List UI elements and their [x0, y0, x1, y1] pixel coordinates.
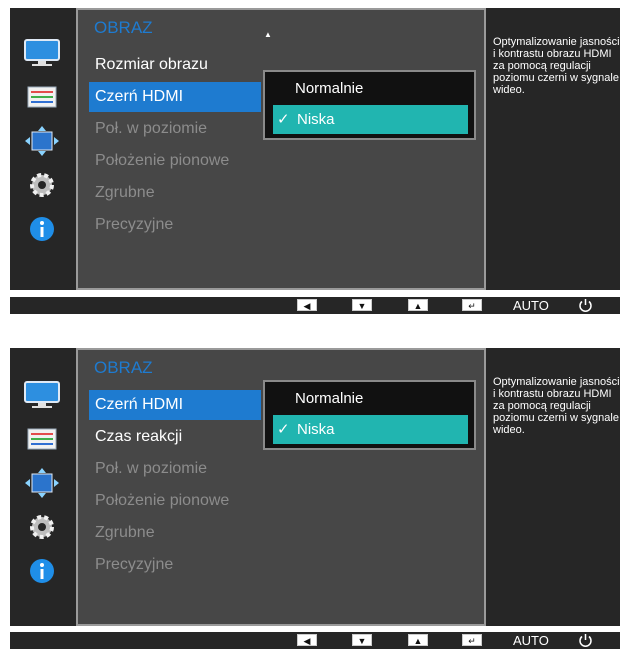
menu-area: OBRAZ ▲ Rozmiar obrazu Czerń HDMI Poł. w… — [76, 8, 486, 290]
info-icon[interactable] — [19, 214, 65, 244]
scroll-up-caret-icon: ▲ — [264, 30, 272, 39]
option-niska[interactable]: ✓ Niska — [273, 105, 468, 134]
left-button[interactable]: ◀ — [297, 299, 317, 311]
picture-category-icon[interactable] — [19, 38, 65, 68]
osd-panel-2: OBRAZ Czerń HDMI Czas reakcji Poł. w poz… — [10, 348, 620, 650]
auto-button[interactable]: AUTO — [513, 297, 549, 314]
size-position-category-icon[interactable] — [19, 126, 65, 156]
settings-gear-icon[interactable] — [19, 170, 65, 200]
up-button[interactable]: ▲ — [408, 634, 428, 646]
option-niska-label: Niska — [297, 111, 335, 128]
description-panel: Optymalizowanie jasności i kontrastu obr… — [486, 8, 620, 290]
option-submenu: Normalnie ✓ Niska — [263, 70, 476, 140]
button-bar: ◀ ▼ ▲ ↵ AUTO — [10, 297, 620, 314]
osd-panel-1: OBRAZ ▲ Rozmiar obrazu Czerń HDMI Poł. w… — [10, 8, 620, 317]
menu-title: OBRAZ — [94, 358, 153, 377]
button-bar: ◀ ▼ ▲ ↵ AUTO — [10, 632, 620, 649]
osd-window: OBRAZ ▲ Rozmiar obrazu Czerń HDMI Poł. w… — [10, 8, 620, 290]
settings-gear-icon[interactable] — [19, 512, 65, 542]
category-sidebar — [10, 8, 75, 290]
menu-item-rozmiar-obrazu[interactable]: Rozmiar obrazu — [89, 50, 261, 80]
option-niska[interactable]: ✓ Niska — [273, 415, 468, 444]
enter-button[interactable]: ↵ — [462, 634, 482, 646]
menu-title: OBRAZ — [94, 18, 153, 37]
menu-item-precyzyjne[interactable]: Precyzyjne — [89, 210, 261, 240]
description-panel: Optymalizowanie jasności i kontrastu obr… — [486, 348, 620, 626]
down-button[interactable]: ▼ — [352, 634, 372, 646]
menu-item-czern-hdmi[interactable]: Czerń HDMI — [89, 390, 261, 420]
menu-item-czern-hdmi[interactable]: Czerń HDMI — [89, 82, 261, 112]
color-category-icon[interactable] — [19, 424, 65, 454]
menu-item-pol-w-poziomie[interactable]: Poł. w poziomie — [89, 114, 261, 144]
menu-item-polozenie-pionowe[interactable]: Położenie pionowe — [89, 146, 261, 176]
checkmark-icon: ✓ — [277, 111, 290, 128]
menu-item-pol-w-poziomie[interactable]: Poł. w poziomie — [89, 454, 261, 484]
auto-button[interactable]: AUTO — [513, 632, 549, 649]
picture-category-icon[interactable] — [19, 380, 65, 410]
menu-item-polozenie-pionowe[interactable]: Położenie pionowe — [89, 486, 261, 516]
osd-window: OBRAZ Czerń HDMI Czas reakcji Poł. w poz… — [10, 348, 620, 626]
option-submenu: Normalnie ✓ Niska — [263, 380, 476, 450]
power-icon[interactable] — [577, 632, 594, 649]
option-niska-label: Niska — [297, 421, 335, 438]
menu-area: OBRAZ Czerń HDMI Czas reakcji Poł. w poz… — [76, 348, 486, 626]
menu-item-zgrubne[interactable]: Zgrubne — [89, 518, 261, 548]
size-position-category-icon[interactable] — [19, 468, 65, 498]
checkmark-icon: ✓ — [277, 421, 290, 438]
menu-item-zgrubne[interactable]: Zgrubne — [89, 178, 261, 208]
info-icon[interactable] — [19, 556, 65, 586]
option-normalnie[interactable]: Normalnie — [273, 384, 468, 413]
enter-button[interactable]: ↵ — [462, 299, 482, 311]
left-button[interactable]: ◀ — [297, 634, 317, 646]
color-category-icon[interactable] — [19, 82, 65, 112]
option-normalnie[interactable]: Normalnie — [273, 74, 468, 103]
menu-item-precyzyjne[interactable]: Precyzyjne — [89, 550, 261, 580]
up-button[interactable]: ▲ — [408, 299, 428, 311]
down-button[interactable]: ▼ — [352, 299, 372, 311]
menu-item-czas-reakcji[interactable]: Czas reakcji — [89, 422, 261, 452]
category-sidebar — [10, 348, 75, 626]
power-icon[interactable] — [577, 297, 594, 314]
